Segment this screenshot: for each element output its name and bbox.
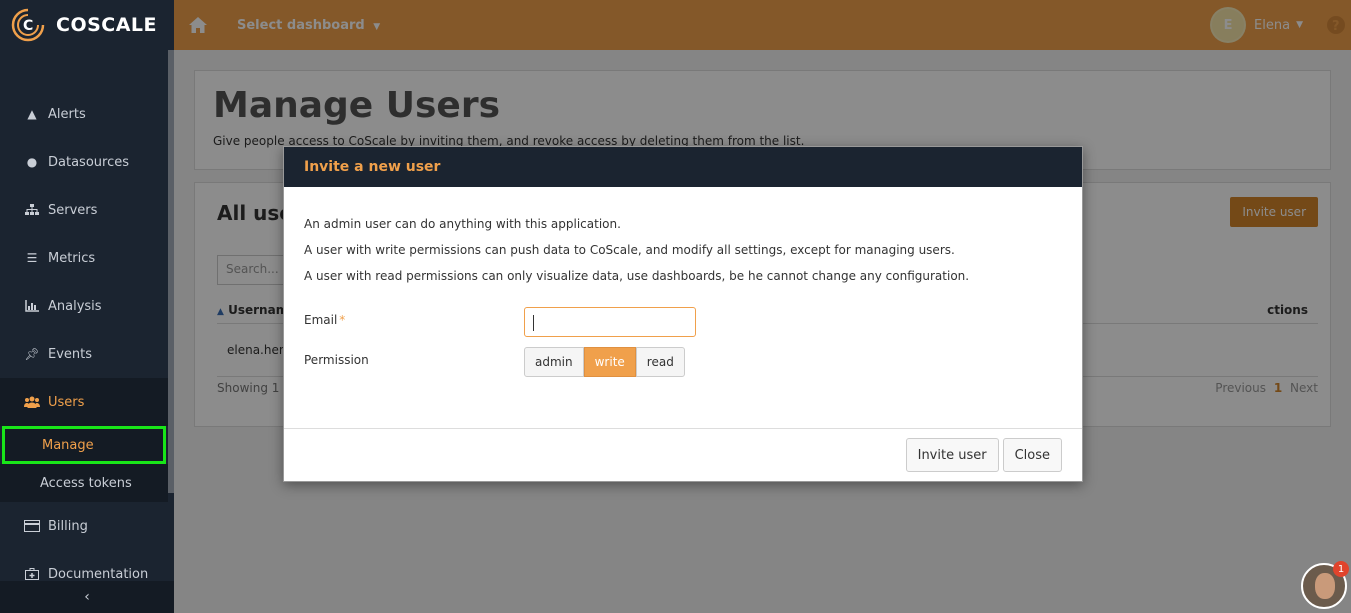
- email-label: Email *: [304, 313, 345, 327]
- pin-icon: 📌︎: [24, 347, 40, 361]
- bar-chart-icon: [24, 298, 40, 314]
- info-line-read: A user with read permissions can only vi…: [304, 269, 970, 283]
- sidebar-item-label: Documentation: [48, 566, 149, 582]
- coscale-logo-icon: C: [11, 8, 45, 42]
- modal-close-button[interactable]: Close: [1002, 438, 1062, 472]
- info-line-write: A user with write permissions can push d…: [304, 243, 955, 257]
- chevron-left-icon: ‹: [84, 589, 90, 605]
- users-icon: [24, 394, 40, 410]
- warning-icon: ▲: [27, 107, 37, 121]
- sidebar-item-label: Analysis: [48, 298, 102, 314]
- modal-title: Invite a new user: [284, 147, 1082, 187]
- sidebar-nav: ▲ Alerts ● Datasources Servers ☰ Metrics…: [0, 90, 168, 598]
- sidebar-item-alerts[interactable]: ▲ Alerts: [0, 90, 168, 138]
- required-marker: *: [339, 313, 346, 327]
- text-caret: [533, 315, 534, 331]
- sidebar-item-metrics[interactable]: ☰ Metrics: [0, 234, 168, 282]
- sidebar-item-events[interactable]: 📌︎ Events: [0, 330, 168, 378]
- sidebar-item-label: Events: [48, 346, 93, 362]
- sidebar-item-billing[interactable]: Billing: [0, 502, 168, 550]
- email-field[interactable]: [524, 307, 696, 337]
- modal-invite-user-button[interactable]: Invite user: [905, 438, 999, 472]
- sidebar: C COSCALE ▲ Alerts ● Datasources Servers…: [0, 0, 174, 613]
- svg-text:C: C: [23, 18, 33, 34]
- logo[interactable]: C COSCALE: [0, 0, 174, 50]
- brand-name: COSCALE: [56, 14, 158, 36]
- notification-badge: 1: [1333, 561, 1349, 577]
- support-agent-avatar: [1315, 573, 1335, 599]
- permission-label: Permission: [304, 353, 369, 367]
- medkit-icon: [24, 566, 40, 582]
- email-row: Email *: [304, 307, 1064, 339]
- sitemap-icon: [24, 202, 40, 218]
- permission-row: Permission admin write read: [304, 347, 1064, 379]
- modal-footer: Invite user Close: [284, 428, 1082, 481]
- sidebar-item-analysis[interactable]: Analysis: [0, 282, 168, 330]
- permission-toggle-group: admin write read: [524, 347, 685, 377]
- info-line-admin: An admin user can do anything with this …: [304, 217, 621, 231]
- list-icon: ☰: [26, 251, 38, 265]
- sidebar-item-servers[interactable]: Servers: [0, 186, 168, 234]
- invite-user-modal: Invite a new user An admin user can do a…: [283, 146, 1083, 482]
- sidebar-item-datasources[interactable]: ● Datasources: [0, 138, 168, 186]
- sidebar-item-label: Servers: [48, 202, 98, 218]
- sidebar-subitem-access-tokens[interactable]: Access tokens: [0, 464, 168, 502]
- sidebar-item-label: Datasources: [48, 154, 129, 170]
- sidebar-item-label: Billing: [48, 518, 88, 534]
- email-label-text: Email: [304, 313, 338, 327]
- permission-admin-button[interactable]: admin: [524, 347, 584, 377]
- modal-body: An admin user can do anything with this …: [284, 187, 1082, 429]
- globe-icon: ●: [26, 155, 38, 169]
- permission-read-button[interactable]: read: [635, 347, 685, 377]
- sidebar-item-label: Users: [48, 394, 85, 410]
- credit-card-icon: [24, 518, 40, 534]
- sidebar-item-users[interactable]: Users: [0, 378, 168, 426]
- sidebar-item-label: Metrics: [48, 250, 96, 266]
- sidebar-item-label: Alerts: [48, 106, 86, 122]
- collapse-sidebar-button[interactable]: ‹: [0, 581, 174, 613]
- support-chat-button[interactable]: 1: [1301, 561, 1349, 609]
- permission-write-button[interactable]: write: [583, 347, 636, 377]
- sidebar-subitem-manage[interactable]: Manage: [2, 426, 166, 464]
